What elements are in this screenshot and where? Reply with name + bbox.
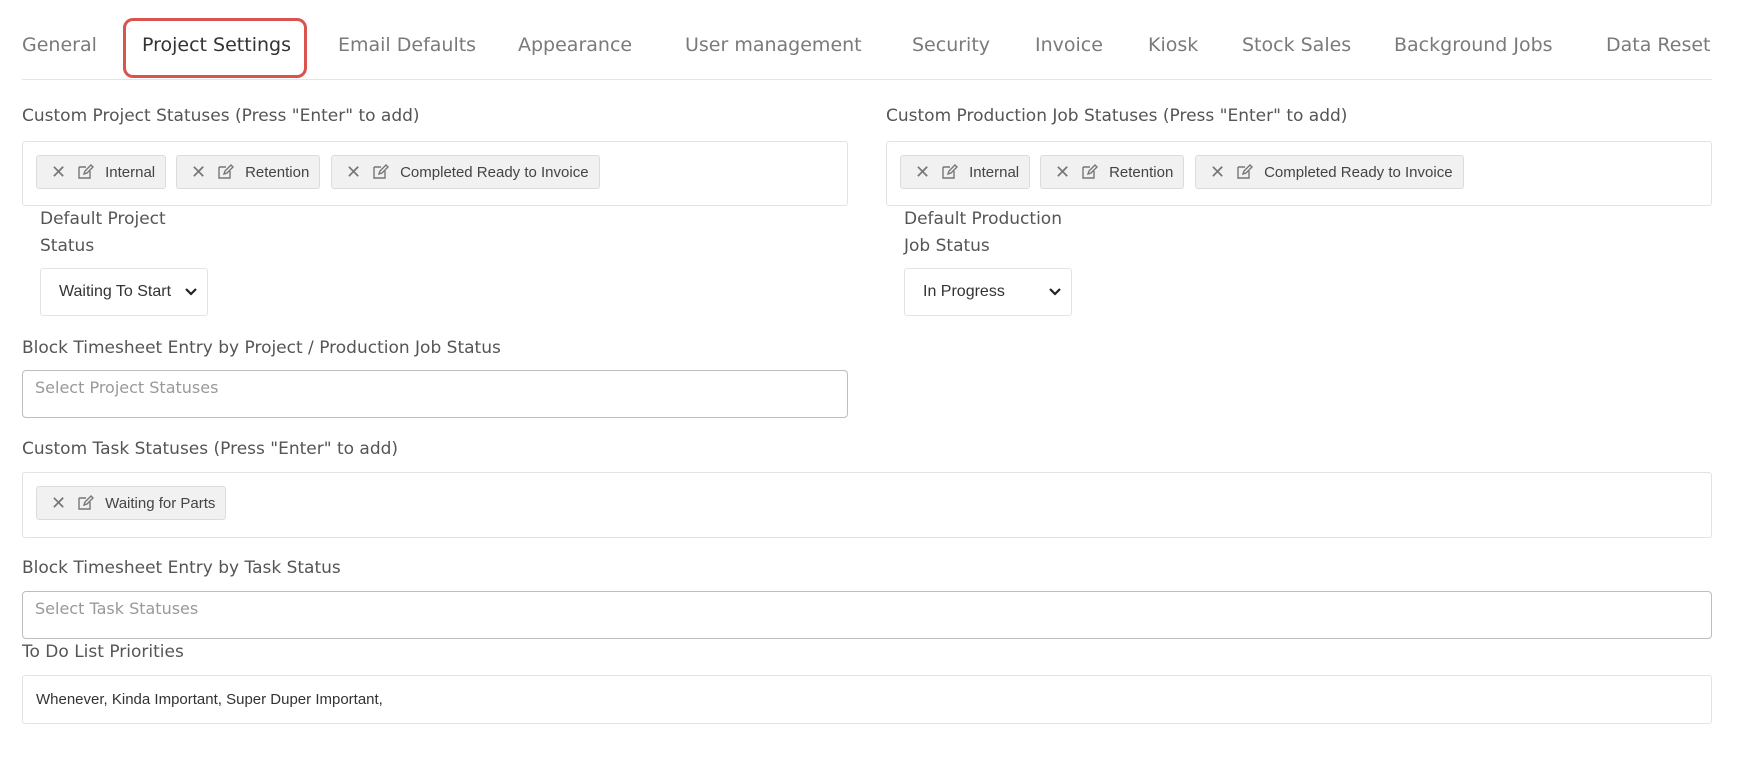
chevron-down-icon	[1049, 288, 1061, 296]
block-by-project-label: Block Timesheet Entry by Project / Produ…	[22, 338, 501, 358]
tag-label: Internal	[105, 163, 156, 181]
remove-tag-icon[interactable]: ✕	[346, 163, 361, 181]
remove-tag-icon[interactable]: ✕	[1210, 163, 1225, 181]
edit-tag-icon[interactable]	[1080, 163, 1099, 181]
remove-tag-icon[interactable]: ✕	[1055, 163, 1070, 181]
project-statuses-label: Custom Project Statuses (Press "Enter" t…	[22, 106, 420, 126]
default-production-status-select[interactable]: In Progress	[904, 268, 1072, 316]
todo-priorities-label: To Do List Priorities	[22, 642, 184, 662]
tag-label: Waiting for Parts	[105, 494, 216, 512]
tab-project-settings[interactable]: Project Settings	[142, 34, 291, 56]
tab-invoice[interactable]: Invoice	[1035, 34, 1103, 56]
production-statuses-label: Custom Production Job Statuses (Press "E…	[886, 106, 1348, 126]
edit-tag-icon[interactable]	[940, 163, 959, 181]
project-statuses-tag-input[interactable]: ✕ Internal ✕ Retention ✕ Completed Ready…	[22, 141, 848, 206]
chevron-down-icon	[185, 288, 197, 296]
tab-appearance[interactable]: Appearance	[518, 34, 632, 56]
tag-label: Completed Ready to Invoice	[1264, 163, 1453, 181]
tag-label: Retention	[1109, 163, 1174, 181]
default-production-status-label: Default Production Job Status	[904, 209, 1062, 256]
tab-kiosk[interactable]: Kiosk	[1148, 34, 1198, 56]
edit-tag-icon[interactable]	[76, 163, 95, 181]
tag-label: Retention	[245, 163, 310, 181]
tab-data-reset[interactable]: Data Reset	[1606, 34, 1710, 56]
select-value: In Progress	[923, 283, 1005, 300]
tab-general[interactable]: General	[22, 34, 97, 56]
tab-background-jobs[interactable]: Background Jobs	[1394, 34, 1553, 56]
block-by-task-label: Block Timesheet Entry by Task Status	[22, 558, 341, 578]
task-statuses-multiselect[interactable]: Select Task Statuses	[22, 591, 1712, 639]
select-value: Waiting To Start	[59, 283, 172, 300]
remove-tag-icon[interactable]: ✕	[915, 163, 930, 181]
todo-priorities-input[interactable]: Whenever, Kinda Important, Super Duper I…	[22, 675, 1712, 724]
remove-tag-icon[interactable]: ✕	[51, 494, 66, 512]
edit-tag-icon[interactable]	[371, 163, 390, 181]
tabs-divider	[22, 79, 1712, 80]
task-statuses-tag-input[interactable]: ✕ Waiting for Parts	[22, 472, 1712, 538]
edit-tag-icon[interactable]	[1235, 163, 1254, 181]
edit-tag-icon[interactable]	[216, 163, 235, 181]
task-statuses-label: Custom Task Statuses (Press "Enter" to a…	[22, 439, 399, 459]
status-tag: ✕ Retention	[176, 155, 321, 189]
edit-tag-icon[interactable]	[76, 494, 95, 512]
default-project-status-label: Default Project Status	[40, 209, 166, 256]
remove-tag-icon[interactable]: ✕	[191, 163, 206, 181]
status-tag: ✕ Internal	[900, 155, 1031, 189]
status-tag: ✕ Internal	[36, 155, 167, 189]
multiselect-placeholder: Select Project Statuses	[35, 377, 219, 397]
project-statuses-multiselect[interactable]: Select Project Statuses	[22, 370, 848, 418]
tab-email-defaults[interactable]: Email Defaults	[338, 34, 476, 56]
settings-tabs: General Project Settings Email Defaults …	[0, 0, 1740, 80]
remove-tag-icon[interactable]: ✕	[51, 163, 66, 181]
tab-security[interactable]: Security	[912, 34, 990, 56]
tab-stock-sales[interactable]: Stock Sales	[1242, 34, 1351, 56]
default-project-status-select[interactable]: Waiting To Start	[40, 268, 208, 316]
status-tag: ✕ Completed Ready to Invoice	[1195, 155, 1464, 189]
multiselect-placeholder: Select Task Statuses	[35, 598, 199, 618]
tab-user-management[interactable]: User management	[685, 34, 862, 56]
production-statuses-tag-input[interactable]: ✕ Internal ✕ Retention ✕ Completed Ready…	[886, 141, 1712, 206]
status-tag: ✕ Completed Ready to Invoice	[331, 155, 600, 189]
tag-label: Completed Ready to Invoice	[400, 163, 589, 181]
status-tag: ✕ Waiting for Parts	[36, 486, 227, 520]
status-tag: ✕ Retention	[1040, 155, 1185, 189]
tag-label: Internal	[969, 163, 1020, 181]
